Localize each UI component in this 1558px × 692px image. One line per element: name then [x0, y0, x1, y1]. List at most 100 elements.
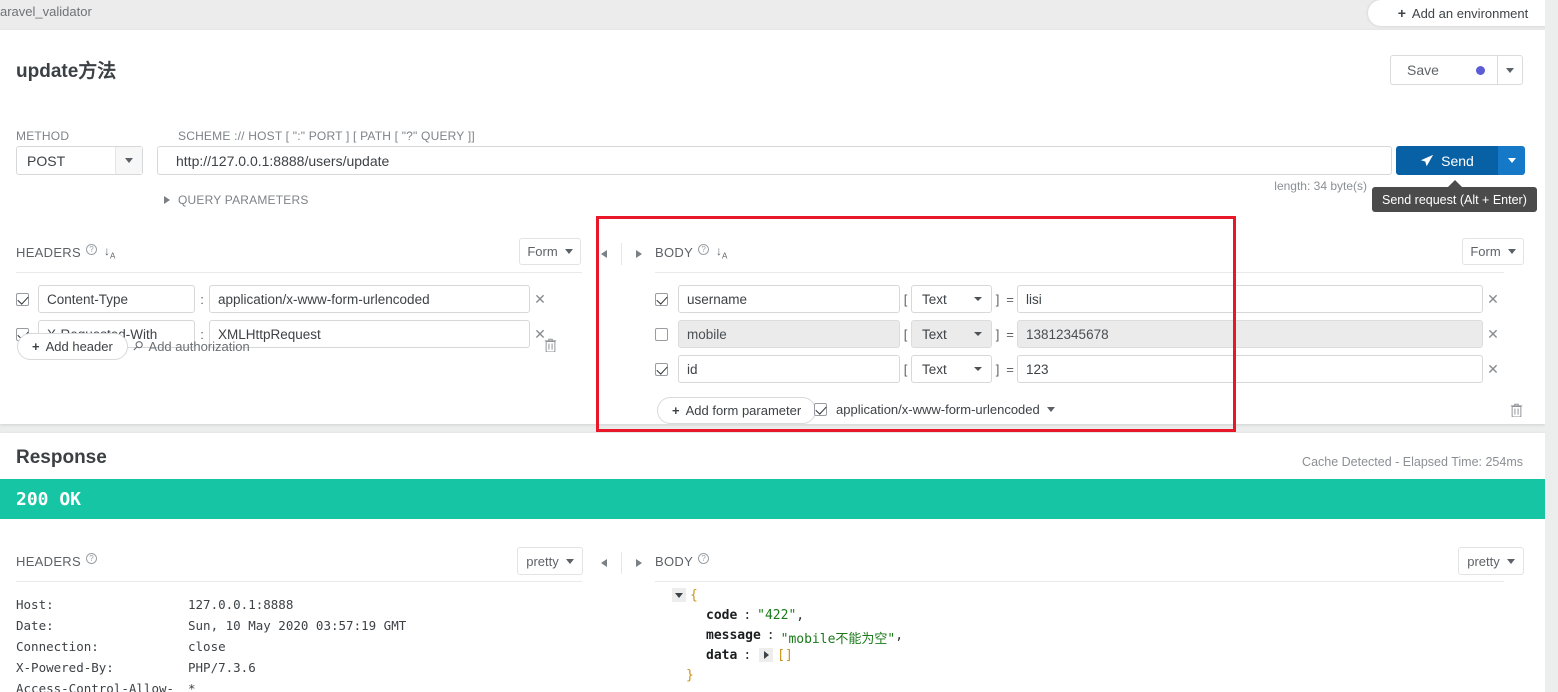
- colon-separator: :: [200, 291, 204, 307]
- api-client-window: aravel_validator + Add an environment up…: [0, 0, 1558, 692]
- save-dropdown-button[interactable]: [1497, 55, 1523, 85]
- request-body-key-input[interactable]: id: [678, 355, 900, 383]
- response-status-text: 200 OK: [16, 488, 82, 510]
- bracket-open: [: [903, 291, 908, 307]
- response-json-viewer: { code : "422" , message : "mobile不能为空" …: [672, 588, 903, 688]
- save-button[interactable]: Save: [1390, 55, 1497, 85]
- chevron-down-icon: [1507, 158, 1516, 163]
- chevron-right-icon[interactable]: [636, 559, 642, 567]
- remove-header-icon[interactable]: ✕: [530, 291, 550, 308]
- json-root-row: {: [672, 588, 903, 608]
- sort-az-icon[interactable]: ↓A: [716, 244, 727, 260]
- send-button[interactable]: Send: [1396, 146, 1498, 175]
- remove-body-param-icon[interactable]: ✕: [1483, 291, 1503, 308]
- url-input[interactable]: http://127.0.0.1:8888/users/update: [157, 146, 1392, 175]
- remove-body-param-icon[interactable]: ✕: [1483, 361, 1503, 378]
- help-icon[interactable]: ?: [85, 553, 97, 564]
- response-title: Response: [16, 447, 107, 468]
- request-body-type-select[interactable]: Text: [911, 285, 992, 313]
- chevron-down-icon: [974, 297, 982, 301]
- json-line: code : "422" ,: [672, 608, 903, 628]
- add-authorization-label: Add authorization: [148, 338, 250, 354]
- request-header-value-input[interactable]: application/x-www-form-urlencoded: [209, 285, 530, 313]
- paper-plane-icon: [1420, 154, 1434, 168]
- chevron-down-icon: [1506, 558, 1515, 564]
- vertical-scrollbar[interactable]: [1545, 0, 1558, 692]
- add-form-parameter-button[interactable]: + Add form parameter: [657, 397, 817, 424]
- response-collapse-panel-controls: [601, 552, 642, 574]
- method-select[interactable]: POST: [16, 146, 143, 175]
- request-body-row: username [ Text ] = lisi ✕: [655, 285, 1503, 313]
- json-value: "mobile不能为空": [780, 632, 896, 647]
- request-body-key-input[interactable]: mobile: [678, 320, 900, 348]
- add-header-label: Add header: [45, 339, 113, 354]
- help-icon[interactable]: ?: [85, 244, 97, 256]
- chevron-down-icon[interactable]: [1046, 407, 1055, 412]
- add-header-button[interactable]: + Add header: [17, 333, 128, 360]
- request-length-note: length: 34 byte(s): [1274, 179, 1367, 193]
- request-body-enabled-checkbox[interactable]: [655, 362, 668, 376]
- response-header-key: Host:: [16, 597, 54, 612]
- bracket-open: [: [903, 326, 908, 342]
- clear-body-icon[interactable]: [1510, 403, 1523, 420]
- remove-body-param-icon[interactable]: ✕: [1483, 326, 1503, 343]
- response-status-bar: 200 OK: [0, 479, 1545, 519]
- response-header-key: X-Powered-By:: [16, 660, 114, 675]
- request-body-view-mode[interactable]: Form: [1462, 238, 1524, 265]
- add-form-parameter-label: Add form parameter: [685, 403, 802, 418]
- body-encoding-checkbox[interactable]: [814, 403, 827, 416]
- request-body-type-select[interactable]: Text: [911, 320, 992, 348]
- query-parameters-toggle[interactable]: QUERY PARAMETERS: [164, 193, 309, 207]
- request-body-value-input[interactable]: lisi: [1017, 285, 1483, 313]
- send-dropdown-button[interactable]: [1498, 146, 1525, 175]
- request-body-enabled-checkbox[interactable]: [655, 327, 668, 341]
- response-body-view-mode-label: pretty: [1467, 553, 1500, 569]
- add-authorization-button[interactable]: ⚲ Add authorization: [129, 337, 250, 354]
- help-icon[interactable]: ?: [698, 553, 710, 564]
- request-panel: update方法 Save METHOD SCHEME :// HOST [ "…: [0, 30, 1545, 432]
- request-body-value-input[interactable]: 123: [1017, 355, 1483, 383]
- chevron-left-icon[interactable]: [601, 559, 607, 567]
- cache-elapsed-note: Cache Detected - Elapsed Time: 254ms: [1302, 455, 1523, 469]
- request-body-divider: [655, 272, 1504, 273]
- collapse-toggle-icon[interactable]: [672, 588, 686, 602]
- url-field-label: SCHEME :// HOST [ ":" PORT ] [ PATH [ "?…: [178, 129, 475, 143]
- request-body-enabled-checkbox[interactable]: [655, 292, 668, 306]
- chevron-right-icon[interactable]: [636, 250, 642, 258]
- tab-laravel-validator[interactable]: aravel_validator: [0, 4, 92, 19]
- divider: [621, 243, 622, 265]
- response-body-label: BODY: [655, 553, 694, 569]
- request-headers-view-mode-label: Form: [527, 244, 558, 259]
- method-chevron-down-icon[interactable]: [115, 147, 142, 174]
- divider: [621, 552, 622, 574]
- sort-az-icon[interactable]: ↓A: [104, 244, 115, 260]
- request-body-type-select[interactable]: Text: [911, 355, 992, 383]
- send-tooltip: Send request (Alt + Enter): [1372, 187, 1537, 212]
- help-icon[interactable]: ?: [698, 244, 710, 256]
- add-environment-button[interactable]: + Add an environment: [1368, 0, 1558, 26]
- chevron-left-icon[interactable]: [601, 250, 607, 258]
- chevron-down-icon: [1506, 67, 1514, 73]
- collapse-panel-controls: [601, 243, 642, 265]
- request-headers-view-mode[interactable]: Form: [519, 238, 581, 265]
- request-header-value-input[interactable]: XMLHttpRequest: [209, 320, 530, 348]
- response-body-view-mode[interactable]: pretty: [1458, 547, 1524, 575]
- equals-sign: =: [1006, 326, 1014, 342]
- clear-headers-icon[interactable]: [544, 338, 557, 355]
- query-parameters-label: QUERY PARAMETERS: [178, 193, 309, 207]
- bracket-open: [: [903, 361, 908, 377]
- request-body-type-value: Text: [922, 326, 947, 342]
- request-body-key-input[interactable]: username: [678, 285, 900, 313]
- request-body-value-input[interactable]: 13812345678: [1017, 320, 1483, 348]
- response-headers-view-mode-label: pretty: [526, 553, 559, 569]
- response-header-value: 127.0.0.1:8888: [188, 597, 294, 612]
- request-headers-divider: [16, 272, 582, 273]
- expand-toggle-icon[interactable]: [759, 648, 774, 662]
- response-headers-view-mode[interactable]: pretty: [517, 547, 583, 575]
- request-header-key-input[interactable]: Content-Type: [38, 285, 195, 313]
- chevron-down-icon: [974, 367, 982, 371]
- request-title: update方法: [16, 61, 117, 82]
- json-key: message: [706, 628, 761, 643]
- unsaved-dot-icon: [1476, 65, 1485, 75]
- request-header-enabled-checkbox[interactable]: [16, 292, 29, 306]
